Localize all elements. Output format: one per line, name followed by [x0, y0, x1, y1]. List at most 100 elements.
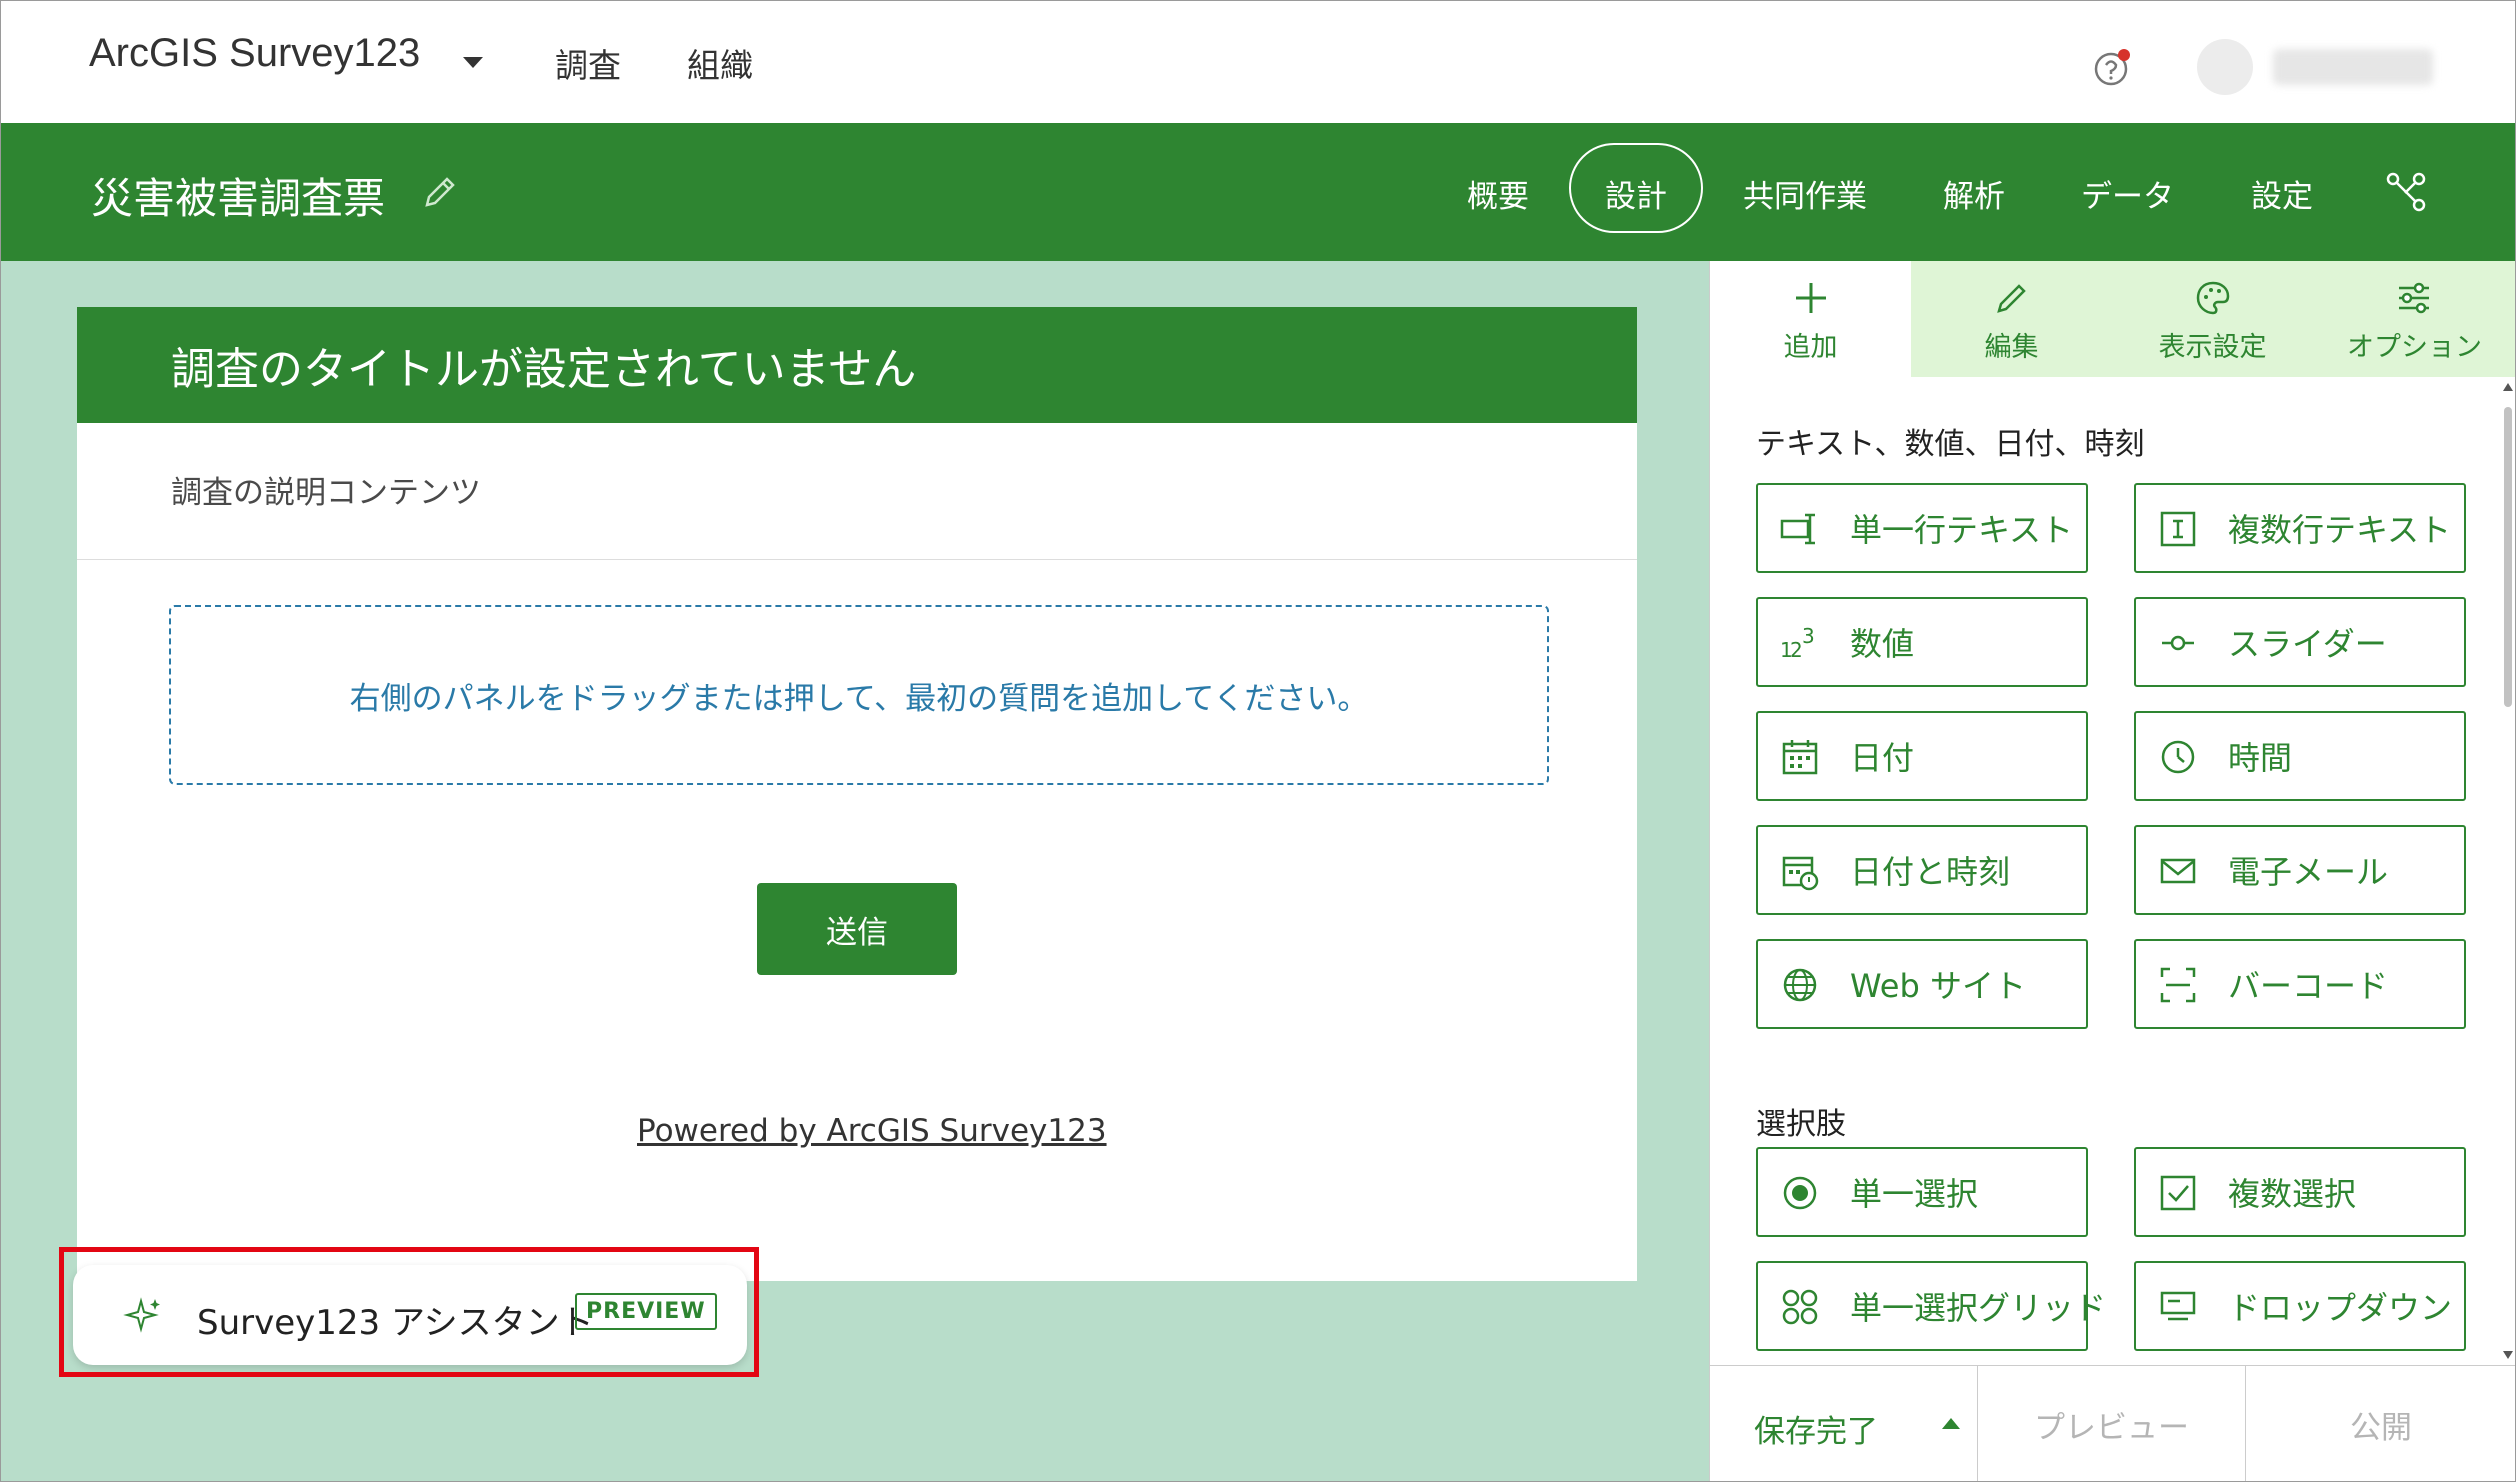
- tab-add-label: 追加: [1783, 332, 1838, 363]
- dropdown-icon: [2160, 1291, 2196, 1321]
- tab-design[interactable]: 設計: [1605, 171, 1667, 216]
- single-line-text-icon: [1780, 513, 1815, 545]
- add-single-line-text-button[interactable]: 単一行テキスト: [1756, 483, 2088, 573]
- add-single-choice-button[interactable]: 単一選択: [1756, 1147, 2088, 1237]
- tab-collaborate[interactable]: 共同作業: [1743, 171, 1867, 216]
- survey-title: 災害被害調査票: [91, 174, 386, 223]
- share-icon[interactable]: [2385, 171, 2427, 213]
- nav-link-organization[interactable]: 組織: [687, 39, 753, 87]
- add-multiline-text-button[interactable]: 複数行テキスト: [2134, 483, 2466, 573]
- qtype-label: Web サイト: [1850, 967, 2026, 1005]
- tab-options[interactable]: オプション: [2313, 261, 2515, 377]
- panel-footer: 保存完了 プレビュー 公開: [1710, 1365, 2515, 1481]
- panel-scrollbar[interactable]: [2500, 377, 2515, 1365]
- qtype-label: 日付: [1850, 739, 1915, 777]
- qtype-label: 複数選択: [2228, 1175, 2357, 1213]
- svg-text:2: 2: [1790, 638, 1803, 662]
- tab-appearance-label: 表示設定: [2158, 332, 2267, 363]
- globe-icon: [1783, 968, 1817, 1002]
- username-redacted[interactable]: [2273, 49, 2433, 85]
- number-icon: 1 2 3: [1780, 624, 1815, 662]
- section-title-text-number-date: テキスト、数値、日付、時刻: [1756, 427, 2145, 462]
- submit-button[interactable]: 送信: [757, 883, 957, 975]
- add-multiple-choice-button[interactable]: 複数選択: [2134, 1147, 2466, 1237]
- right-panel: 追加 編集 表示設定 オプション テキスト、数値、日付、時刻 単一行テキスト 複…: [1709, 261, 2515, 1481]
- tab-data[interactable]: データ: [2081, 171, 2174, 216]
- add-number-button[interactable]: 1 2 3 数値: [1756, 597, 2088, 687]
- svg-text:3: 3: [1802, 624, 1815, 648]
- question-type-list: テキスト、数値、日付、時刻 単一行テキスト 複数行テキスト 1 2 3 数値 ス…: [1710, 377, 2500, 1365]
- qtype-label: 時間: [2228, 739, 2293, 777]
- publish-button[interactable]: 公開: [2246, 1366, 2515, 1481]
- section-title-choices: 選択肢: [1756, 1107, 1846, 1142]
- nav-link-surveys[interactable]: 調査: [555, 39, 621, 87]
- envelope-icon: [2160, 858, 2196, 884]
- grid-icon: [1782, 1289, 1818, 1325]
- tab-add[interactable]: 追加: [1710, 261, 1911, 377]
- tab-settings[interactable]: 設定: [2251, 171, 2313, 216]
- palette-icon: [2196, 281, 2230, 315]
- highlight-box: [59, 1247, 759, 1377]
- add-email-button[interactable]: 電子メール: [2134, 825, 2466, 915]
- scroll-up-arrow-icon[interactable]: [2503, 383, 2513, 391]
- scrollbar-thumb[interactable]: [2504, 407, 2512, 707]
- qtype-label: 複数行テキスト: [2228, 511, 2452, 549]
- checkbox-icon: [2160, 1175, 2196, 1211]
- barcode-icon: [2160, 967, 2196, 1003]
- avatar[interactable]: [2197, 39, 2253, 95]
- qtype-label: 電子メール: [2228, 853, 2389, 891]
- multiline-text-icon: [2160, 511, 2196, 547]
- clock-icon: [2161, 740, 2195, 774]
- qtype-label: 単一選択: [1850, 1175, 1979, 1213]
- add-website-button[interactable]: Web サイト: [1756, 939, 2088, 1029]
- slider-icon: [2162, 635, 2194, 651]
- qtype-label: バーコード: [2228, 967, 2389, 1005]
- sliders-icon: [2399, 282, 2429, 314]
- add-time-button[interactable]: 時間: [2134, 711, 2466, 801]
- tab-overview[interactable]: 概要: [1467, 171, 1529, 216]
- form-title-bar[interactable]: 調査のタイトルが設定されていません: [77, 307, 1637, 423]
- add-date-button[interactable]: 日付: [1756, 711, 2088, 801]
- tab-edit[interactable]: 編集: [1911, 261, 2112, 377]
- scroll-down-arrow-icon[interactable]: [2503, 1351, 2513, 1359]
- tab-analyze[interactable]: 解析: [1943, 171, 2005, 216]
- save-status-label: 保存完了: [1754, 1414, 1878, 1450]
- dropzone-text: 右側のパネルをドラッグまたは押して、最初の質問を追加してください。: [349, 680, 1369, 717]
- qtype-label: ドロップダウン: [2228, 1289, 2453, 1327]
- help-icon[interactable]: [2093, 47, 2133, 87]
- chevron-down-icon[interactable]: [463, 57, 483, 68]
- form-description[interactable]: 調査の説明コンテンツ: [171, 467, 481, 512]
- form-body: 調査の説明コンテンツ 右側のパネルをドラッグまたは押して、最初の質問を追加してく…: [77, 423, 1637, 1281]
- qtype-label: 数値: [1850, 625, 1915, 663]
- app-switcher[interactable]: ArcGIS Survey123: [89, 31, 420, 76]
- save-button[interactable]: 保存完了: [1710, 1366, 1978, 1481]
- add-datetime-button[interactable]: 日付と時刻: [1756, 825, 2088, 915]
- edit-title-pencil-icon[interactable]: [419, 173, 459, 213]
- top-navigation: ArcGIS Survey123 調査 組織: [1, 1, 2515, 123]
- qtype-label: 単一選択グリッド: [1850, 1289, 2107, 1327]
- app-window: ArcGIS Survey123 調査 組織 災害被害調査票 概要 設計 共同作…: [0, 0, 2516, 1482]
- calendar-icon: [1782, 740, 1818, 775]
- add-single-choice-grid-button[interactable]: 単一選択グリッド: [1756, 1261, 2106, 1351]
- tab-appearance[interactable]: 表示設定: [2112, 261, 2313, 377]
- add-barcode-button[interactable]: バーコード: [2134, 939, 2466, 1029]
- powered-by-link[interactable]: Powered by ArcGIS Survey123: [637, 1113, 1107, 1149]
- chevron-up-icon[interactable]: [1942, 1418, 1960, 1429]
- tab-options-label: オプション: [2347, 332, 2482, 363]
- qtype-label: 単一行テキスト: [1850, 511, 2074, 549]
- panel-tabs: 追加 編集 表示設定 オプション: [1710, 261, 2515, 377]
- qtype-label: スライダー: [2228, 625, 2387, 663]
- calendar-clock-icon: [1782, 856, 1819, 891]
- form-title[interactable]: 調査のタイトルが設定されていません: [171, 333, 916, 397]
- radio-icon: [1783, 1176, 1817, 1210]
- pencil-icon: [1997, 284, 2026, 313]
- plus-icon: [1796, 283, 1826, 313]
- divider: [77, 559, 1637, 560]
- preview-button[interactable]: プレビュー: [1978, 1366, 2246, 1481]
- add-dropdown-button[interactable]: ドロップダウン: [2134, 1261, 2466, 1351]
- tab-edit-label: 編集: [1984, 332, 2039, 363]
- add-slider-button[interactable]: スライダー: [2134, 597, 2466, 687]
- survey-header: 災害被害調査票 概要 設計 共同作業 解析 データ 設定: [1, 123, 2515, 261]
- qtype-label: 日付と時刻: [1850, 853, 2011, 891]
- question-dropzone[interactable]: 右側のパネルをドラッグまたは押して、最初の質問を追加してください。: [169, 605, 1549, 785]
